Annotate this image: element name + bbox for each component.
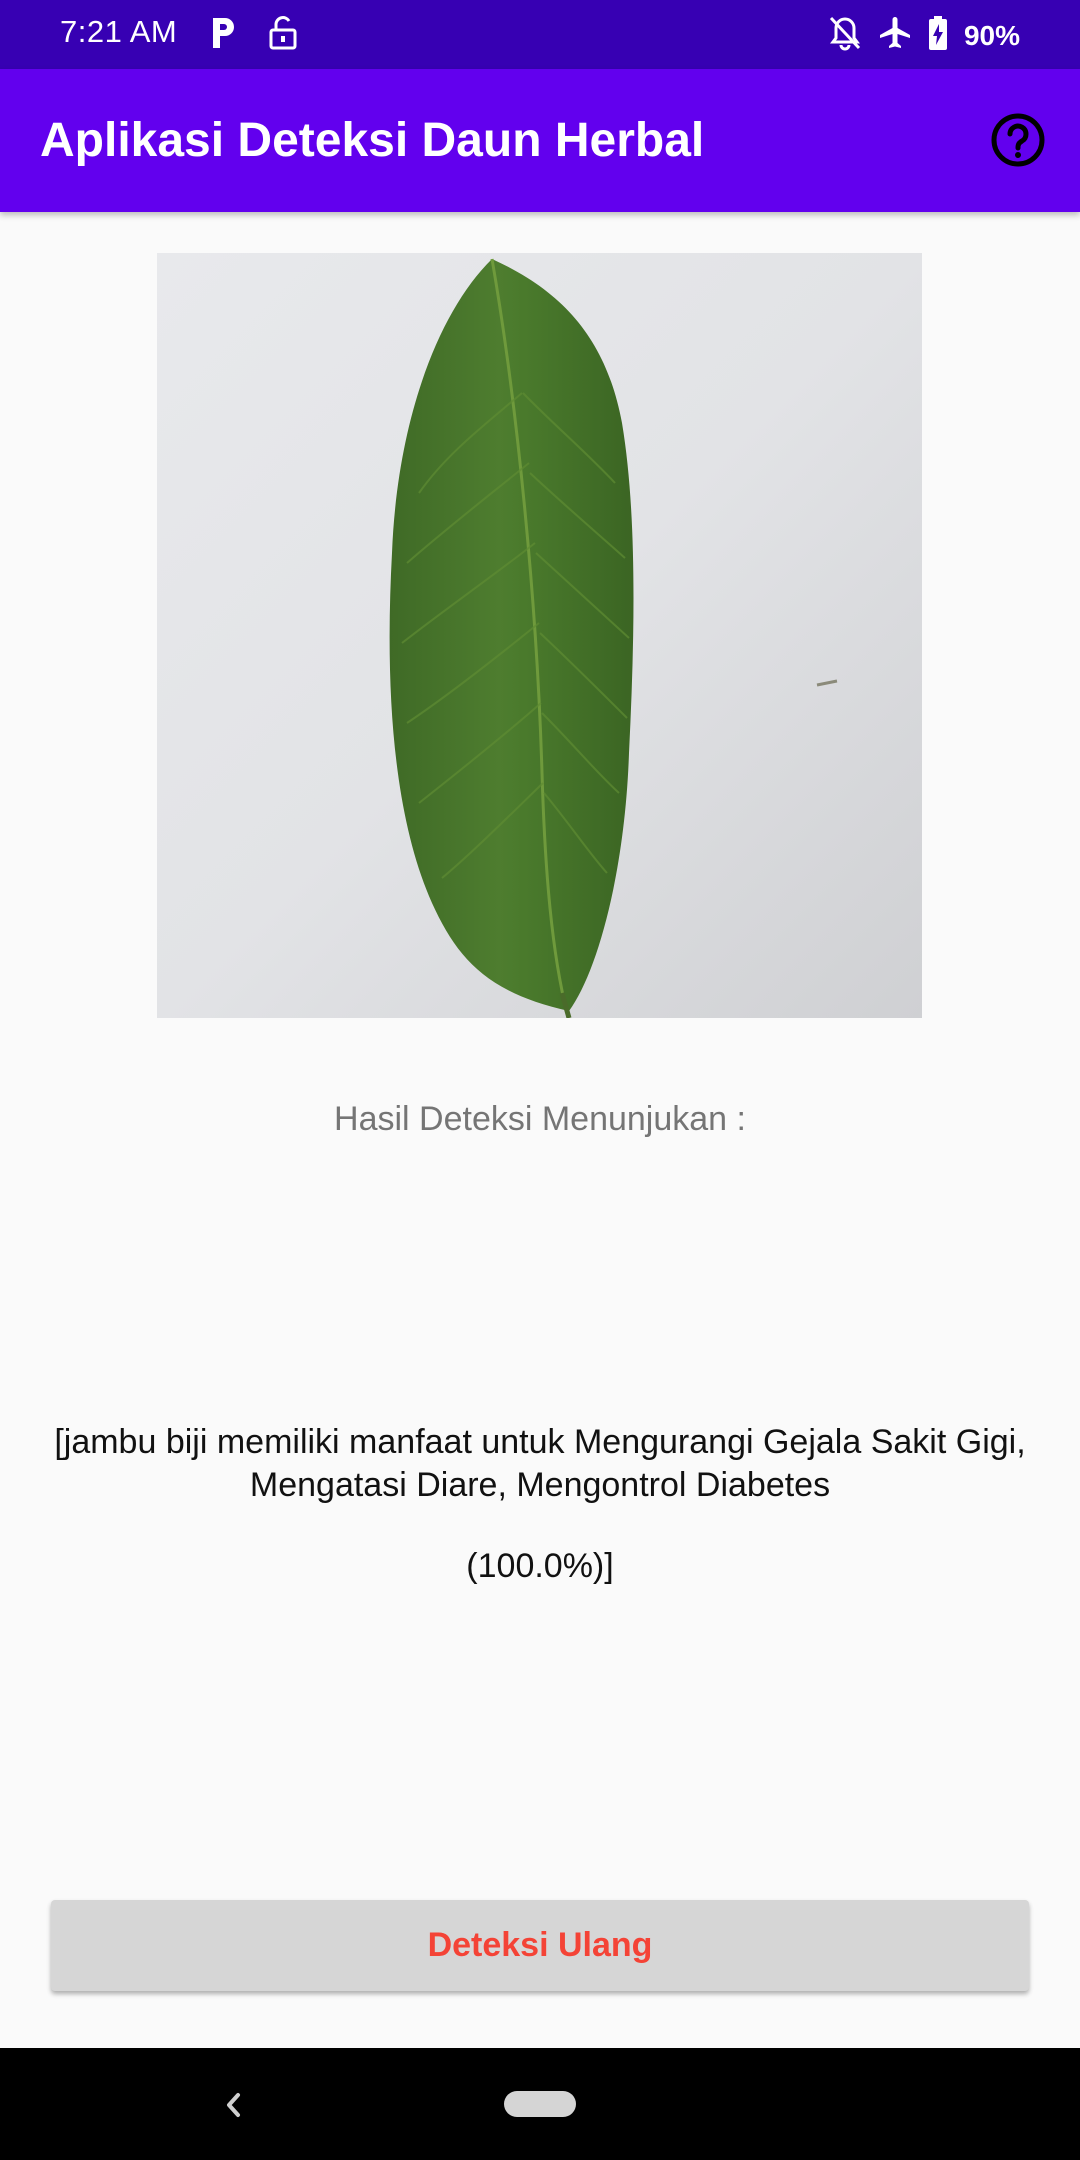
airplane-mode-icon [878,15,912,56]
app-bar: Aplikasi Deteksi Daun Herbal [0,69,1080,212]
back-button[interactable] [218,2085,248,2125]
screen: 7:21 AM 90% Aplikasi Deteksi Daun Herbal… [0,0,1080,2160]
result-percent: (100.0%)] [466,1547,614,1585]
help-button[interactable] [988,110,1048,170]
redetect-button[interactable]: Deteksi Ulang [51,1900,1029,1991]
battery-percentage: 90% [963,19,1020,51]
home-pill-button[interactable] [504,2091,576,2117]
result-text: [jambu biji memiliki manfaat untuk Mengu… [54,1423,1026,1504]
help-circle-icon [991,113,1045,167]
status-right-icons: 90% [828,15,1020,56]
unlock-icon [268,15,298,56]
result-label: Hasil Deteksi Menunjukan : [334,1100,746,1138]
status-time: 7:21 AM [60,14,178,49]
p-notification-icon [208,15,238,56]
battery-charging-icon [928,15,948,56]
back-chevron-icon [227,2093,240,2117]
status-bar: 7:21 AM 90% [0,0,1080,69]
notifications-off-icon [828,15,862,56]
status-left-icons [208,15,298,56]
app-title: Aplikasi Deteksi Daun Herbal [40,114,705,167]
leaf-photo [157,253,922,1018]
